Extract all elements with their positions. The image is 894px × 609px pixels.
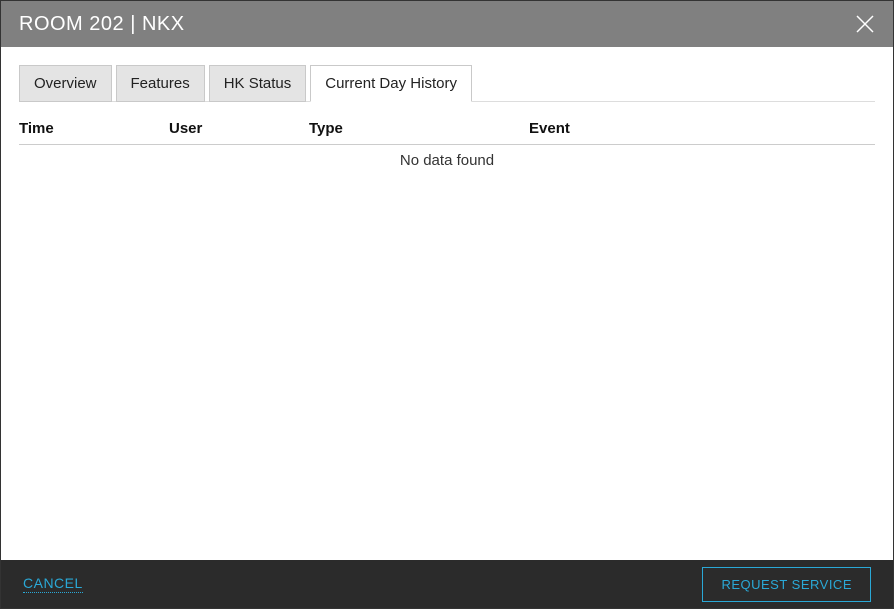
col-type: Type [309,120,529,137]
close-icon[interactable] [855,14,875,34]
col-user: User [169,120,309,137]
modal-footer: CANCEL REQUEST SERVICE [1,560,893,608]
room-modal: ROOM 202 | NKX Overview Features HK Stat… [0,0,894,609]
table-header: Time User Type Event [19,120,875,145]
tab-bar: Overview Features HK Status Current Day … [19,65,875,102]
modal-body: Overview Features HK Status Current Day … [1,47,893,560]
tab-hk-status[interactable]: HK Status [209,65,307,102]
modal-header: ROOM 202 | NKX [1,1,893,47]
modal-title: ROOM 202 | NKX [19,13,185,36]
tab-features[interactable]: Features [116,65,205,102]
col-time: Time [19,120,169,137]
cancel-button[interactable]: CANCEL [23,575,83,593]
no-data-message: No data found [19,145,875,176]
request-service-button[interactable]: REQUEST SERVICE [702,567,871,602]
tab-current-day-history[interactable]: Current Day History [310,65,472,102]
tab-content: Time User Type Event No data found [19,101,875,176]
history-table: Time User Type Event No data found [19,120,875,176]
tab-overview[interactable]: Overview [19,65,112,102]
col-event: Event [529,120,875,137]
